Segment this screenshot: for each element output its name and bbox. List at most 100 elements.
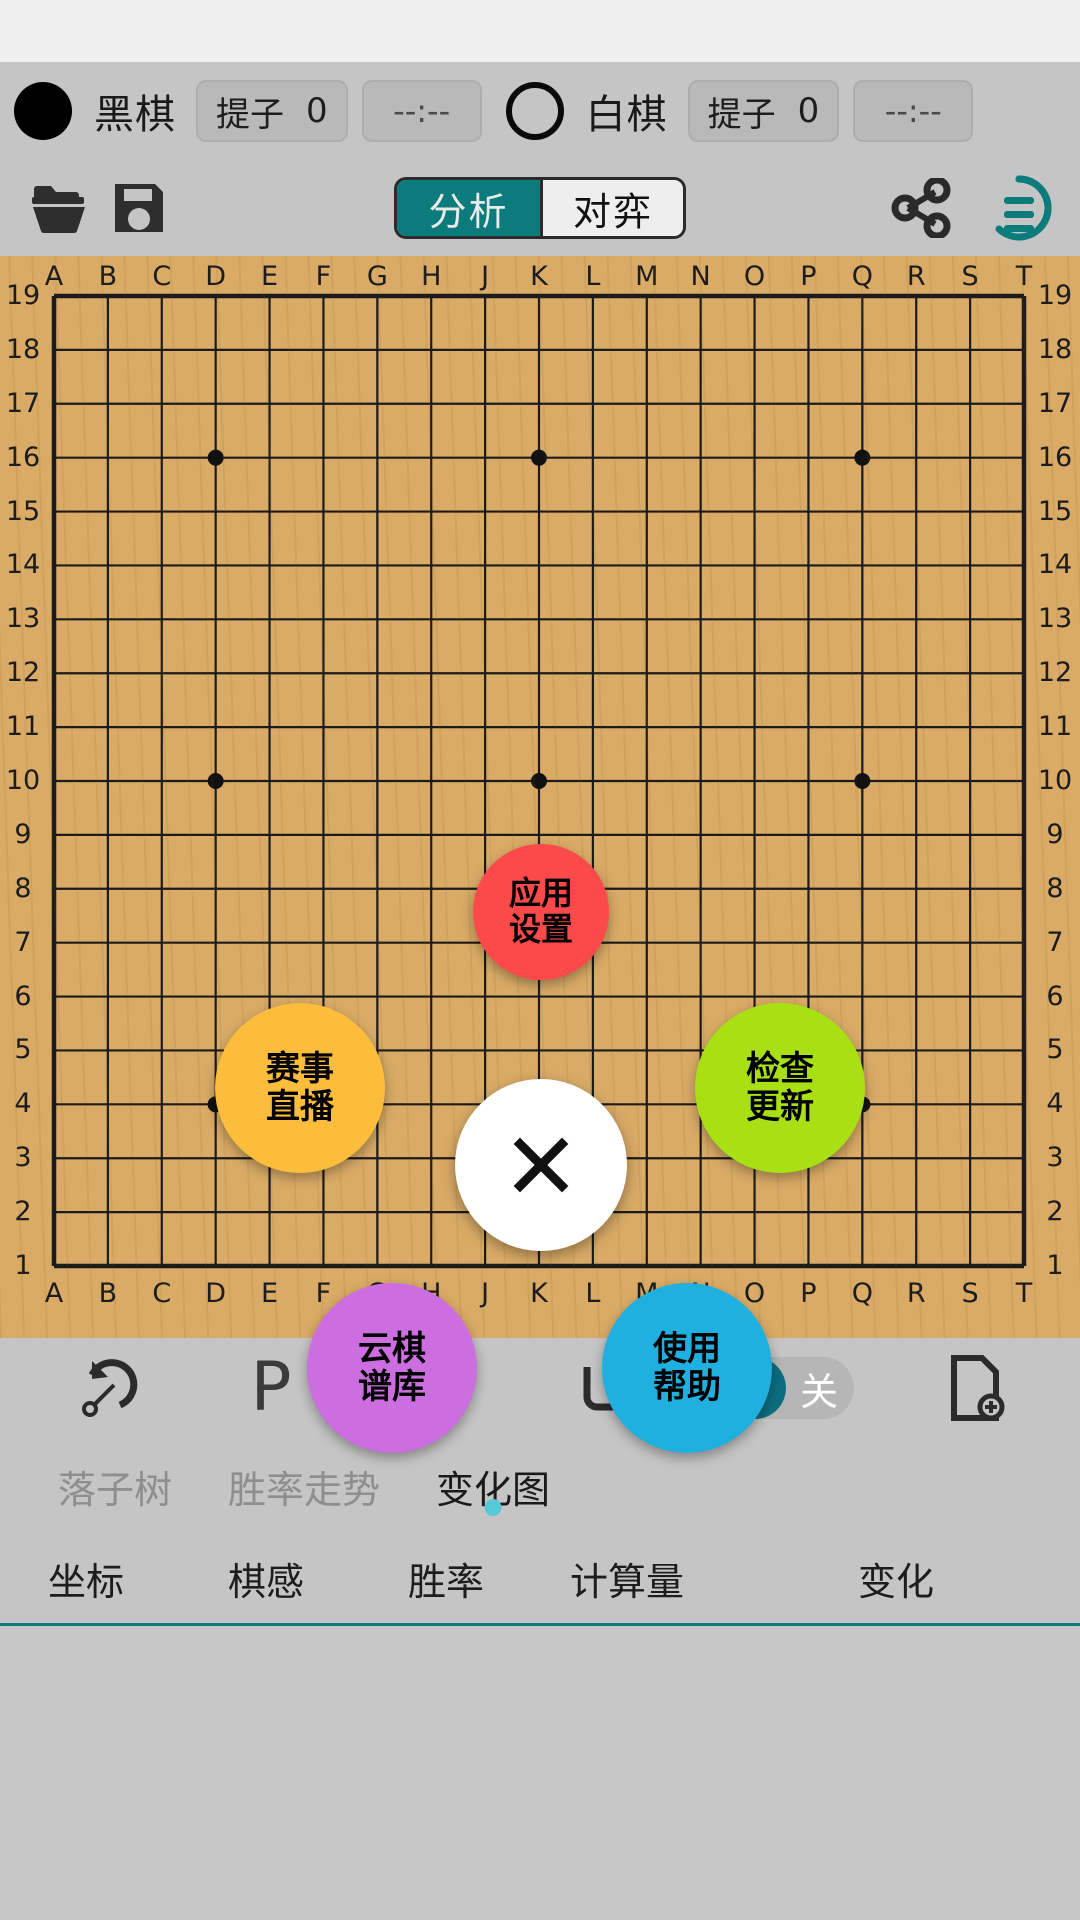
row-label-left: 18 — [5, 333, 41, 365]
tab-0[interactable]: 落子树 — [30, 1459, 200, 1514]
row-label-left: 7 — [14, 926, 32, 958]
black-captures-label: 提子 — [216, 94, 284, 135]
row-label-left: 19 — [5, 280, 41, 311]
row-label-left: 14 — [5, 549, 41, 581]
fab-cloud-kifu-line2: 谱库 — [358, 1367, 426, 1407]
black-player-name: 黑棋 — [94, 92, 176, 138]
col-label-top: S — [961, 261, 979, 292]
save-file-button[interactable] — [100, 169, 178, 247]
row-label-right: 12 — [1037, 657, 1073, 689]
share-button[interactable] — [882, 169, 960, 247]
share-icon — [891, 178, 951, 238]
col-label-bottom: B — [98, 1278, 118, 1309]
col-label-top: D — [205, 261, 227, 292]
col-label-top: Q — [851, 261, 873, 292]
fab-live-broadcast[interactable]: 赛事 直播 — [215, 1003, 385, 1173]
row-label-right: 1 — [1046, 1250, 1064, 1281]
white-timer-chip[interactable]: --:-- — [853, 80, 974, 142]
row-label-right: 11 — [1037, 711, 1073, 743]
white-player-name: 白棋 — [585, 92, 668, 138]
go-app-screen: 黑棋 提子 0 --:-- 白棋 提子 0 --:-- 分析 对弈 A A B … — [0, 0, 1080, 1920]
black-timer-chip[interactable]: --:-- — [361, 80, 482, 142]
undo-button[interactable] — [50, 1348, 160, 1428]
row-label-right: 4 — [1046, 1088, 1064, 1120]
tab-2[interactable]: 变化图 — [408, 1459, 578, 1516]
row-label-right: 13 — [1037, 603, 1073, 635]
row-label-right: 19 — [1037, 280, 1073, 311]
system-status-bar — [0, 0, 1080, 62]
col-label-bottom: K — [530, 1278, 548, 1309]
file-add-icon — [951, 1355, 1005, 1421]
row-label-right: 6 — [1046, 980, 1064, 1012]
row-label-left: 8 — [14, 872, 32, 904]
col-label-top: C — [152, 261, 172, 292]
board-control-bar: P 关 — [0, 1338, 1080, 1438]
new-file-button[interactable] — [920, 1348, 1030, 1428]
col-label-bottom: Q — [851, 1278, 873, 1309]
player-info-bar: 黑棋 提子 0 --:-- 白棋 提子 0 --:-- — [0, 62, 1080, 160]
col-label-top: J — [481, 261, 490, 292]
fab-app-settings-line1: 应用 — [508, 874, 573, 913]
row-label-right: 8 — [1046, 872, 1064, 904]
active-tab-dot — [484, 1498, 502, 1516]
black-stone-icon — [14, 82, 72, 140]
menu-button[interactable] — [980, 169, 1058, 247]
row-label-right: 2 — [1046, 1196, 1064, 1228]
white-captures-chip[interactable]: 提子 0 — [687, 80, 840, 142]
column-header-4: 变化 — [858, 1560, 935, 1604]
row-label-right: 3 — [1046, 1142, 1064, 1174]
fab-usage-help-line1: 使用 — [653, 1328, 721, 1369]
folder-open-icon — [32, 186, 85, 234]
mode-play-tab[interactable]: 对弈 — [540, 180, 683, 236]
white-stone-icon — [505, 82, 564, 140]
fab-check-update-line1: 检查 — [746, 1048, 814, 1089]
col-label-top: K — [530, 261, 548, 292]
row-label-left: 2 — [14, 1196, 32, 1228]
row-label-left: 3 — [14, 1142, 32, 1174]
fab-close-button[interactable] — [455, 1079, 627, 1251]
row-label-right: 9 — [1046, 818, 1064, 850]
col-label-top: L — [585, 261, 601, 292]
tab-1[interactable]: 胜率走势 — [200, 1459, 408, 1514]
row-label-left: 16 — [5, 441, 41, 473]
mode-segmented-control[interactable]: 分析 对弈 — [394, 177, 686, 239]
black-captures-value: 0 — [306, 91, 328, 131]
fab-check-update[interactable]: 检查 更新 — [695, 1003, 865, 1173]
fab-cloud-kifu[interactable]: 云棋 谱库 — [307, 1283, 477, 1453]
col-label-top: N — [690, 261, 711, 292]
row-label-right: 18 — [1037, 333, 1073, 365]
fab-app-settings[interactable]: 应用 设置 — [473, 844, 609, 980]
analysis-tabs[interactable]: 落子树 胜率走势 变化图 — [0, 1438, 1080, 1534]
row-label-left: 10 — [5, 765, 41, 796]
row-label-left: 6 — [14, 980, 32, 1012]
col-label-top: G — [366, 261, 388, 292]
row-label-left: 17 — [5, 387, 41, 419]
fab-usage-help[interactable]: 使用 帮助 — [602, 1283, 772, 1453]
fab-app-settings-line2: 设置 — [508, 910, 573, 948]
col-label-bottom: D — [205, 1278, 227, 1309]
col-label-top: O — [743, 261, 766, 292]
toggle-state-label: 关 — [799, 1369, 838, 1414]
col-label-top: P — [800, 261, 817, 292]
col-label-bottom: E — [261, 1278, 279, 1309]
analysis-results-area — [0, 1626, 1080, 1920]
row-label-right: 15 — [1037, 495, 1073, 527]
black-captures-chip[interactable]: 提子 0 — [196, 80, 348, 142]
white-captures-value: 0 — [797, 91, 820, 131]
col-label-bottom: L — [585, 1278, 601, 1309]
column-header-1: 棋感 — [228, 1560, 305, 1604]
column-header-0: 坐标 — [48, 1560, 125, 1604]
row-label-right: 10 — [1037, 765, 1073, 796]
open-file-button[interactable] — [22, 169, 100, 247]
mode-analysis-tab[interactable]: 分析 — [397, 180, 540, 236]
col-label-bottom: A — [44, 1278, 64, 1309]
row-label-right: 16 — [1037, 441, 1073, 473]
white-captures-label: 提子 — [707, 94, 776, 135]
col-label-bottom: S — [961, 1278, 979, 1309]
row-label-left: 9 — [14, 818, 32, 850]
col-label-bottom: C — [152, 1278, 172, 1309]
row-label-left: 11 — [5, 711, 41, 743]
col-label-bottom: T — [1015, 1278, 1033, 1309]
close-x-icon — [513, 1137, 569, 1193]
fab-live-broadcast-line2: 直播 — [266, 1087, 334, 1127]
